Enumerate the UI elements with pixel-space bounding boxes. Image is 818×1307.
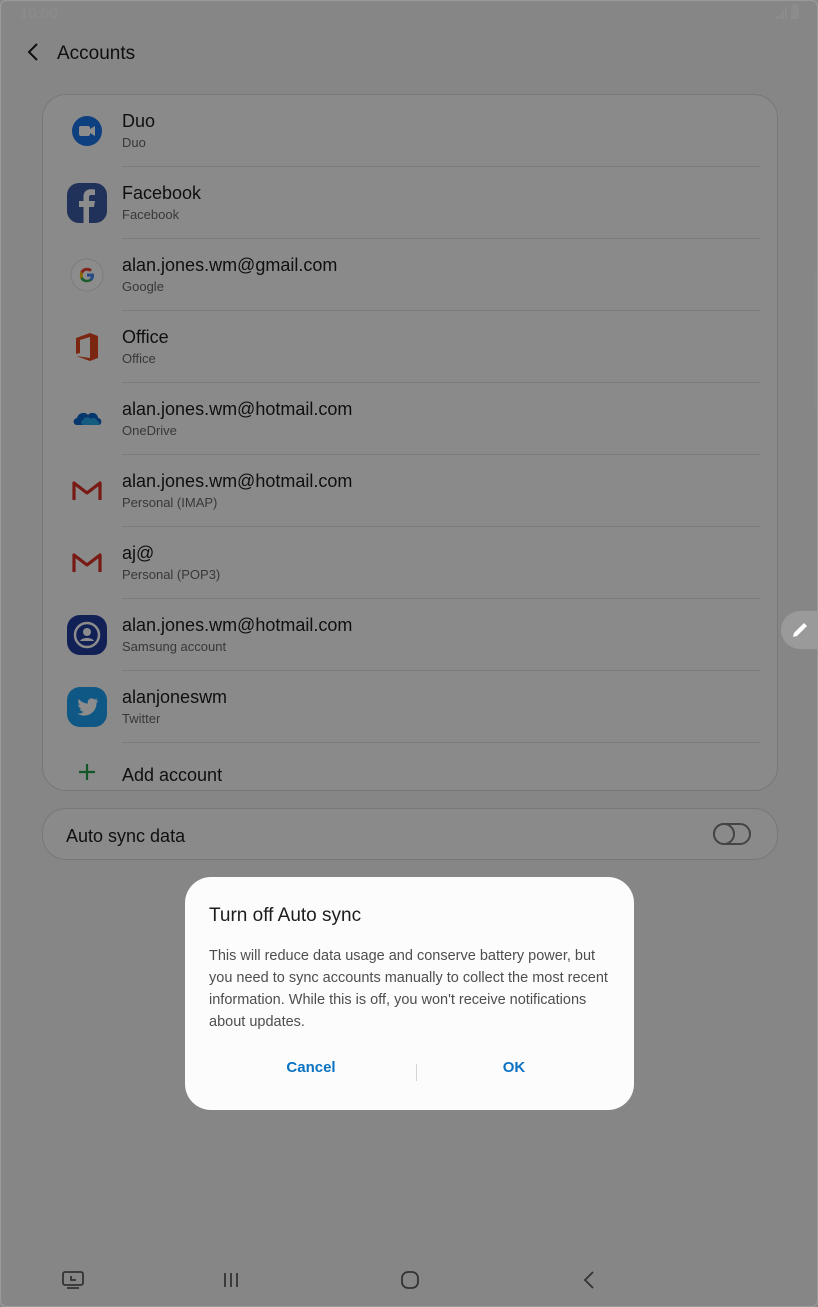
dialog-scrim[interactable] [1, 1, 817, 1306]
cancel-button[interactable]: Cancel [199, 1059, 423, 1076]
home-icon[interactable] [398, 1268, 422, 1292]
dialog-title: Turn off Auto sync [209, 905, 362, 926]
keyboard-switch-icon[interactable] [61, 1268, 85, 1292]
turn-off-auto-sync-dialog: Turn off Auto sync This will reduce data… [185, 877, 634, 1110]
ok-button[interactable]: OK [402, 1059, 626, 1076]
edge-panel-handle[interactable] [781, 611, 817, 649]
screen: 10:00 Accounts Duo Duo Facebook Facebook… [0, 0, 818, 1307]
navigation-bar [1, 1256, 817, 1306]
nav-back-icon[interactable] [578, 1268, 602, 1292]
recent-apps-icon[interactable] [219, 1268, 243, 1292]
pencil-icon [793, 623, 807, 637]
dialog-message: This will reduce data usage and conserve… [209, 948, 608, 1030]
